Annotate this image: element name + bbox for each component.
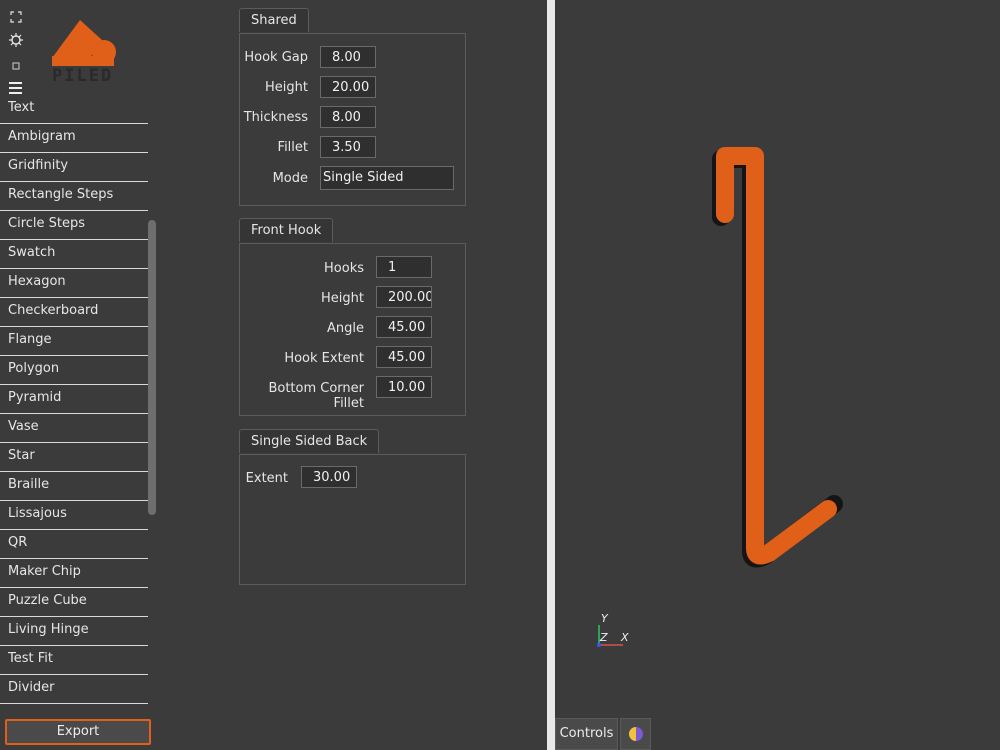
tab-front-hook: Front Hook [239, 218, 334, 242]
thickness-field[interactable]: 8.00 [320, 106, 376, 128]
sidebar-item-braille[interactable]: Braille [0, 473, 148, 501]
sidebar-item-vase[interactable]: Vase [0, 415, 148, 443]
settings-icon[interactable] [8, 32, 24, 48]
sidebar-item-ambigram[interactable]: Ambigram [0, 125, 148, 153]
angle-label: Angle [327, 321, 364, 336]
logo-text: PILED [52, 66, 114, 86]
sidebar-item-rectangle-steps[interactable]: Rectangle Steps [0, 183, 148, 211]
axis-y-label: Y [601, 612, 609, 625]
sidebar-scrollbar[interactable] [148, 220, 156, 515]
extent-field[interactable]: 30.00 [301, 466, 357, 488]
sidebar-item-pyramid[interactable]: Pyramid [0, 386, 148, 414]
sidebar-item-polygon[interactable]: Polygon [0, 357, 148, 385]
fillet-field[interactable]: 3.50 [320, 136, 376, 158]
export-button[interactable]: Export [5, 719, 151, 745]
panel-splitter[interactable] [547, 0, 555, 750]
hook-gap-field[interactable]: 8.00 [320, 46, 376, 68]
square-icon[interactable] [8, 58, 24, 74]
sidebar-item-swatch[interactable]: Swatch [0, 241, 148, 269]
extent-label: Extent [245, 471, 288, 486]
sidebar-item-maker-chip[interactable]: Maker Chip [0, 560, 148, 588]
hook-gap-label: Hook Gap [244, 50, 308, 65]
bottom-corner-fillet-label: Bottom Corner Fillet [268, 381, 364, 411]
front-height-field[interactable]: 200.00 [376, 286, 432, 308]
hook-model: Y Z X [597, 147, 843, 647]
tab-shared: Shared [239, 8, 309, 32]
shared-height-field[interactable]: 20.00 [320, 76, 376, 98]
sidebar-item-hexagon[interactable]: Hexagon [0, 270, 148, 298]
sidebar-item-circle-steps[interactable]: Circle Steps [0, 212, 148, 240]
theme-icon [628, 726, 643, 741]
sidebar-item-living-hinge[interactable]: Living Hinge [0, 618, 148, 646]
sidebar-item-puzzle-cube[interactable]: Puzzle Cube [0, 589, 148, 617]
sidebar: Text Ambigram Gridfinity Rectangle Steps Cir… [0, 96, 148, 708]
bottom-corner-fillet-field[interactable]: 10.00 [376, 376, 432, 398]
thickness-label: Thickness [243, 110, 308, 125]
hook-extent-label: Hook Extent [284, 351, 364, 366]
axis-z-label: Z [599, 631, 608, 644]
fillet-label: Fillet [277, 140, 308, 155]
tab-single-sided-back: Single Sided Back [239, 429, 380, 453]
controls-tab[interactable]: Controls [555, 718, 618, 750]
fullscreen-icon[interactable] [8, 9, 24, 25]
viewport-3d[interactable]: Y Z X [555, 0, 1000, 750]
sidebar-item-test-fit[interactable]: Test Fit [0, 647, 148, 675]
axis-x-label: X [620, 631, 629, 644]
sidebar-item-star[interactable]: Star [0, 444, 148, 472]
hook-extent-field[interactable]: 45.00 [376, 346, 432, 368]
mode-label: Mode [272, 171, 308, 186]
sidebar-item-qr[interactable]: QR [0, 531, 148, 559]
theme-toggle[interactable] [620, 718, 651, 750]
front-height-label: Height [321, 291, 364, 306]
sidebar-item-flange[interactable]: Flange [0, 328, 148, 356]
sidebar-item-lissajous[interactable]: Lissajous [0, 502, 148, 530]
hooks-label: Hooks [324, 261, 364, 276]
angle-field[interactable]: 45.00 [376, 316, 432, 338]
sidebar-item-checkerboard[interactable]: Checkerboard [0, 299, 148, 327]
menu-icon[interactable] [8, 80, 24, 96]
sidebar-item-gridfinity[interactable]: Gridfinity [0, 154, 148, 182]
sidebar-item-text[interactable]: Text [0, 96, 148, 124]
shared-height-label: Height [265, 80, 308, 95]
sidebar-item-divider[interactable]: Divider [0, 676, 148, 704]
hooks-field[interactable]: 1 [376, 256, 432, 278]
mode-select[interactable]: Single Sided [320, 166, 454, 190]
